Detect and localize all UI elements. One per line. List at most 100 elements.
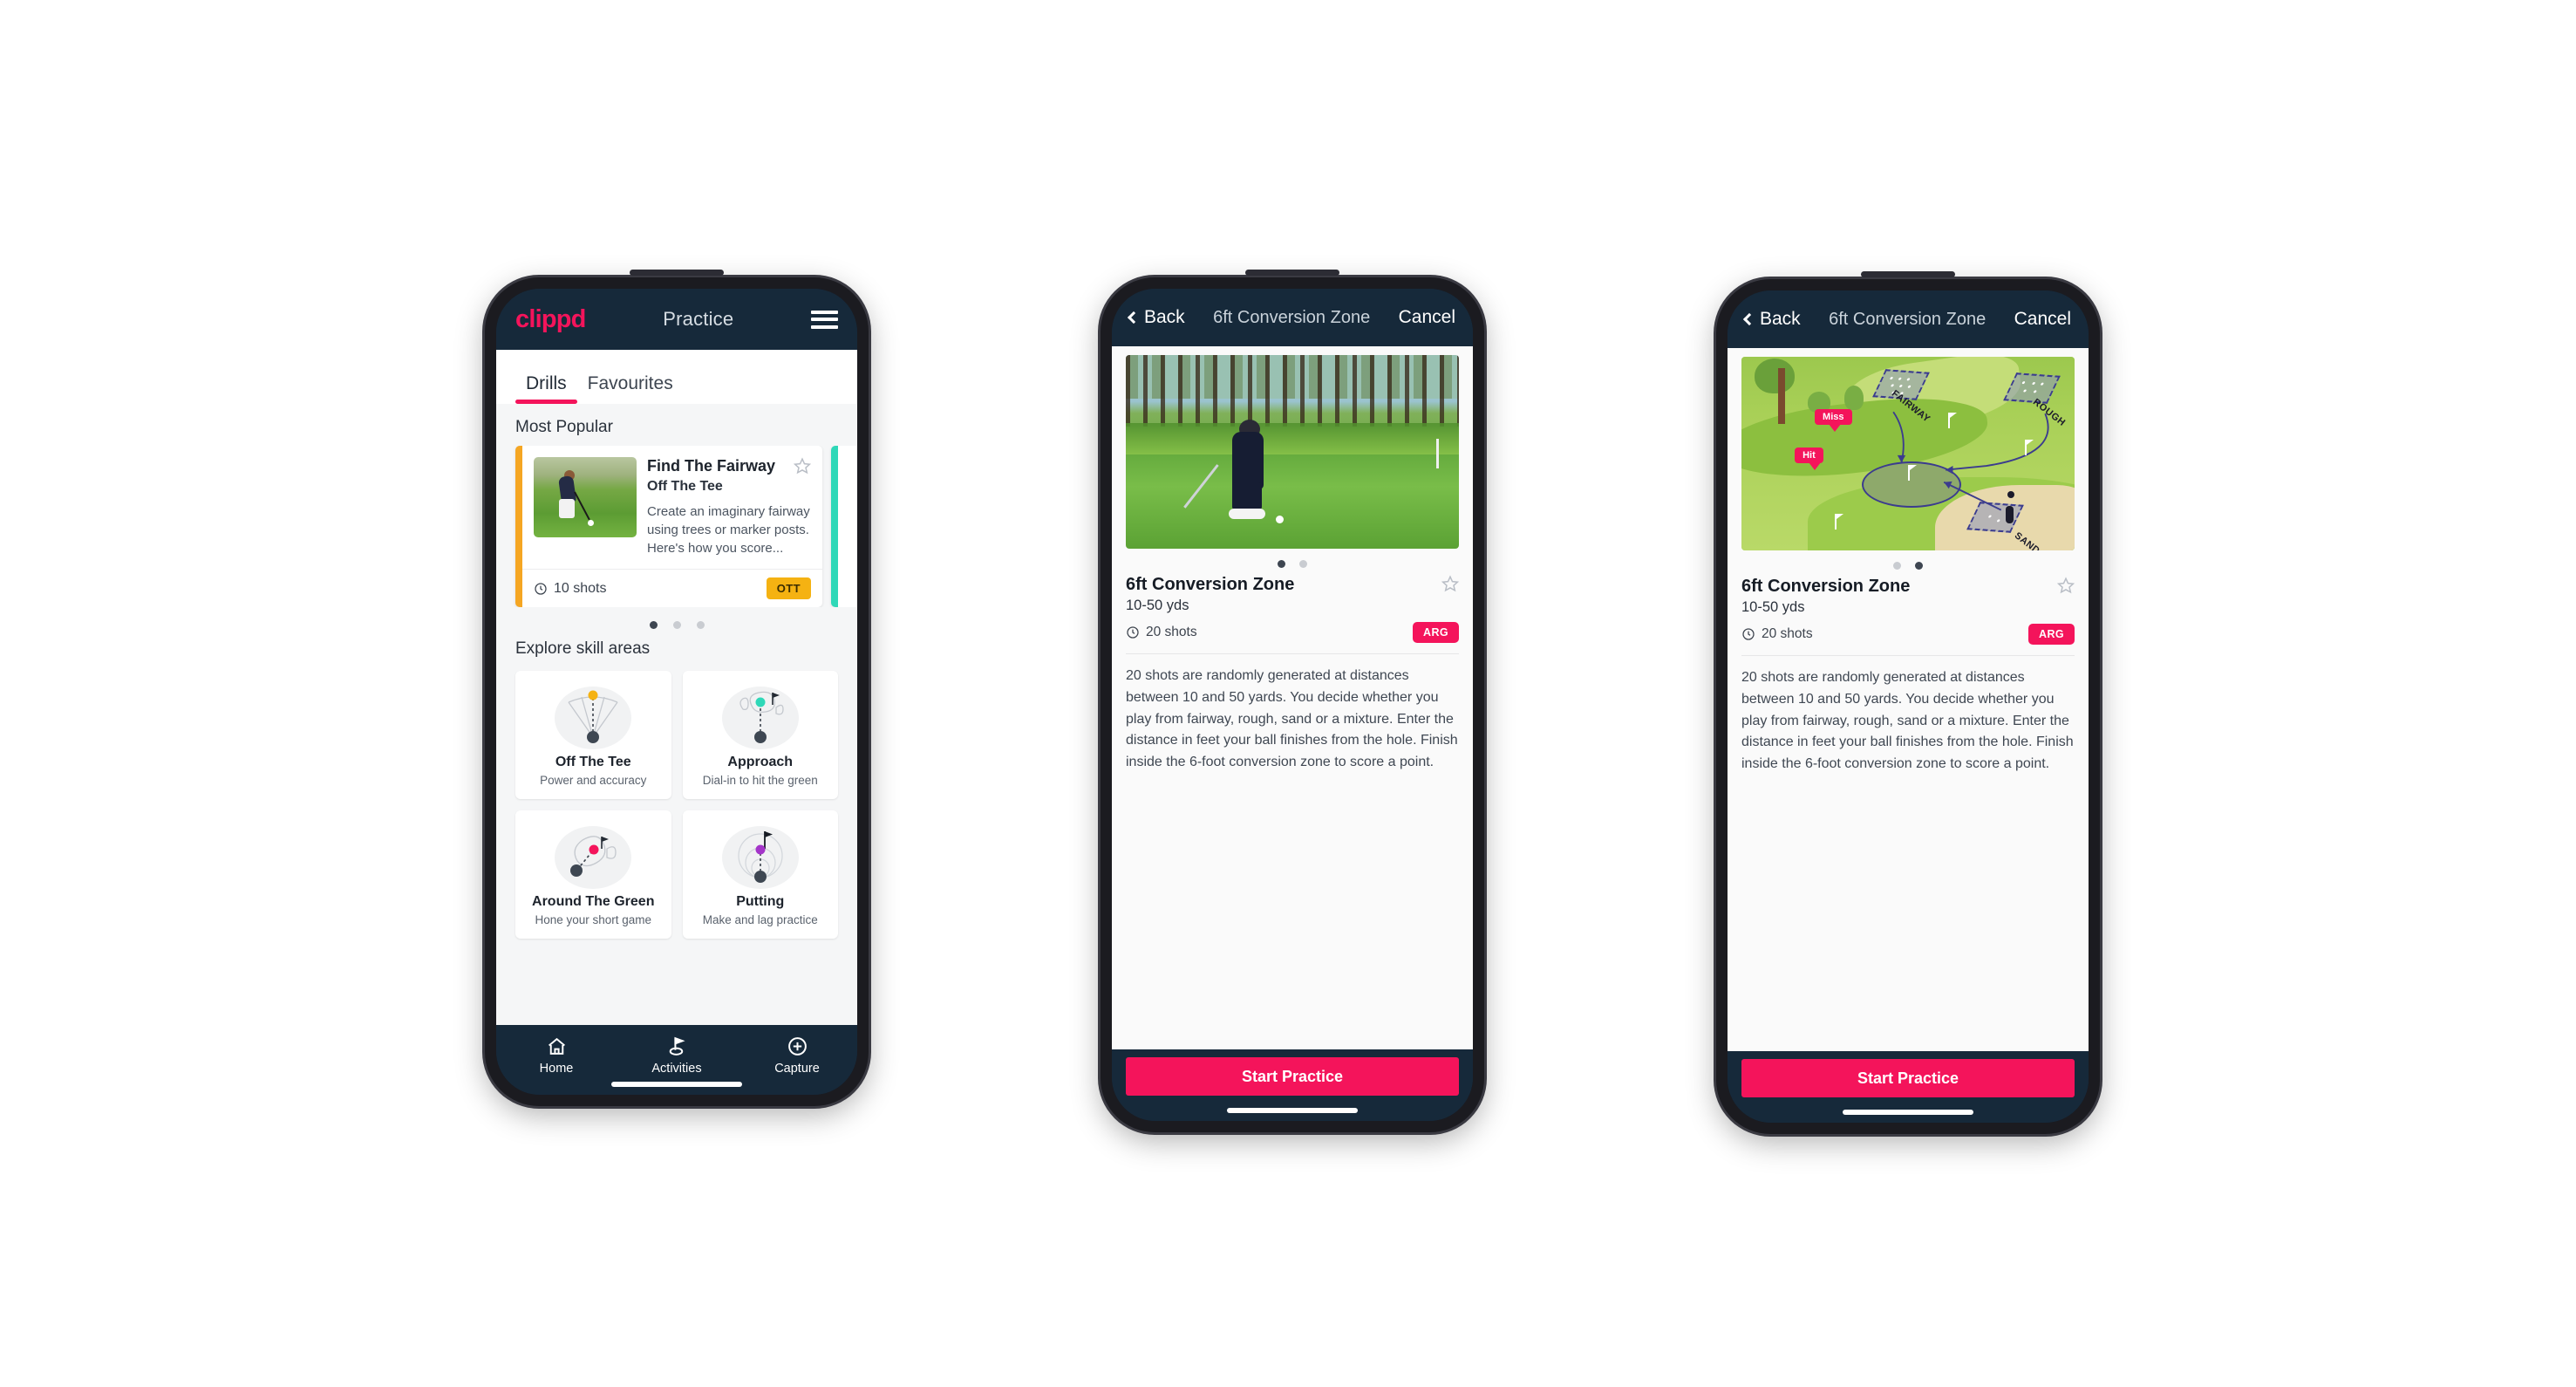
detail-top-bar: Back 6ft Conversion Zone Cancel [1112,289,1473,346]
drill-description: Create an imaginary fairway using trees … [647,503,810,557]
skill-card-approach[interactable]: Approach Dial-in to hit the green [682,671,838,800]
drill-skill-area: Off The Tee [647,478,723,494]
phone-drill-detail-photo: Back 6ft Conversion Zone Cancel 6ft Conv… [1101,270,1484,1132]
skill-name: Approach [727,755,794,770]
chip-icon [522,821,664,892]
star-outline-icon[interactable] [794,457,811,475]
practice-content: Most Popular Find The Fairway Off The Te… [496,404,857,1025]
bottom-navigation: Home Activities Capture [496,1025,857,1095]
drill-detail-title: 6ft Conversion Zone [1741,577,1911,596]
plus-circle-icon [737,1035,857,1057]
skill-desc: Dial-in to hit the green [702,774,818,788]
cancel-button[interactable]: Cancel [2014,309,2071,330]
shots-label: 20 shots [1146,625,1197,639]
back-label: Back [1760,309,1801,329]
drill-card[interactable]: Find The Fairway Off The Tee Create an i… [515,446,822,608]
detail-footer: Start Practice [1112,1049,1473,1121]
drill-hero-photo[interactable] [1126,355,1459,549]
skill-desc: Hone your short game [535,913,652,927]
drill-card-next-peek[interactable] [831,446,857,608]
detail-top-bar: Back 6ft Conversion Zone Cancel [1728,290,2089,348]
nav-item-home[interactable]: Home [496,1035,617,1076]
divider [1126,653,1459,654]
golf-flag-icon [617,1035,737,1057]
drill-badge-arg: ARG [1413,622,1459,643]
drill-full-description: 20 shots are randomly generated at dista… [1741,670,2074,772]
phone-speaker-slot [1245,270,1339,276]
phone-practice-home: clippd Practice Drills Favourites Most P… [485,270,869,1106]
detail-content: FAIRWAY ROUGH SAND Miss Hit 6ft Conversi… [1728,348,2089,1051]
pin-flag-icon [1834,513,1843,530]
hero-dot[interactable] [1893,562,1901,570]
explore-skill-areas-heading: Explore skill areas [515,639,651,659]
tab-favourites[interactable]: Favourites [577,373,684,404]
drill-carousel[interactable]: Find The Fairway Off The Tee Create an i… [496,446,857,608]
drill-shot-count: 20 shots [1741,626,2028,642]
nav-item-capture[interactable]: Capture [737,1035,857,1076]
pin-flag-icon [1947,413,1957,429]
tag-hit: Hit [1795,448,1823,471]
chevron-left-icon [1742,312,1756,326]
drill-distance: 10-50 yds [1741,599,1805,615]
skill-card-off-the-tee[interactable]: Off The Tee Power and accuracy [515,671,671,800]
hero-dot[interactable] [1278,560,1285,568]
skill-card-around-the-green[interactable]: Around The Green Hone your short game [515,810,671,939]
phone-speaker-slot [630,270,724,276]
drill-hero-illustration[interactable]: FAIRWAY ROUGH SAND Miss Hit [1741,357,2075,550]
tab-drills[interactable]: Drills [515,373,577,404]
page-title: Practice [663,308,734,330]
drill-shots: 10 shots [534,581,767,597]
nav-label: Activities [651,1062,702,1076]
app-top-bar: clippd Practice [496,289,857,350]
hamburger-icon[interactable] [811,310,838,329]
nav-label: Capture [774,1062,820,1076]
tee-fan-icon [522,681,664,753]
skill-desc: Make and lag practice [702,913,818,927]
clock-icon [535,583,547,595]
back-button[interactable]: Back [1127,307,1185,328]
skill-name: Off The Tee [555,755,631,770]
drill-badge-ott: OTT [766,577,811,600]
skill-name: Putting [736,894,785,910]
clock-icon [1742,628,1755,640]
home-indicator [1843,1110,1973,1115]
hero-pagination [1126,549,1459,575]
divider [1741,655,2075,656]
detail-title: 6ft Conversion Zone [1829,309,1987,329]
home-indicator [611,1082,742,1087]
drill-thumbnail [534,457,637,537]
phone-speaker-slot [1861,271,1955,277]
skill-name: Around The Green [532,894,655,910]
nav-label: Home [539,1062,574,1076]
skill-card-putting[interactable]: Putting Make and lag practice [682,810,838,939]
drill-badge-arg: ARG [2028,624,2075,645]
hero-dot[interactable] [1915,562,1923,570]
drill-shots-label: 10 shots [554,580,607,596]
star-outline-icon[interactable] [2057,577,2075,594]
nav-item-activities[interactable]: Activities [617,1035,737,1076]
drill-title: Find The Fairway [647,457,776,475]
hero-dot[interactable] [1299,560,1307,568]
golfer-figure [2006,505,2014,523]
cancel-button[interactable]: Cancel [1399,307,1455,328]
detail-content: 6ft Conversion Zone 10-50 yds 20 shots A… [1112,346,1473,1049]
carousel-dot[interactable] [696,621,705,630]
start-practice-button[interactable]: Start Practice [1126,1057,1459,1096]
hero-pagination [1741,550,2075,577]
chevron-left-icon [1127,311,1141,325]
back-button[interactable]: Back [1742,309,1801,330]
home-icon [496,1035,617,1057]
drill-distance: 10-50 yds [1126,598,1189,613]
carousel-dot[interactable] [672,621,681,630]
star-outline-icon[interactable] [1441,575,1459,592]
skill-area-grid: Off The Tee Power and accuracy Approach … [496,667,857,939]
putting-rings-icon [690,821,832,892]
drill-full-description: 20 shots are randomly generated at dista… [1126,668,1458,770]
detail-title: 6ft Conversion Zone [1213,307,1371,327]
tab-bar: Drills Favourites [496,350,857,404]
pin-flag-icon [2024,440,2034,456]
pin-flag-icon [1908,465,1917,482]
clock-icon [1127,626,1139,639]
carousel-dot[interactable] [649,621,658,630]
start-practice-button[interactable]: Start Practice [1741,1059,2075,1097]
